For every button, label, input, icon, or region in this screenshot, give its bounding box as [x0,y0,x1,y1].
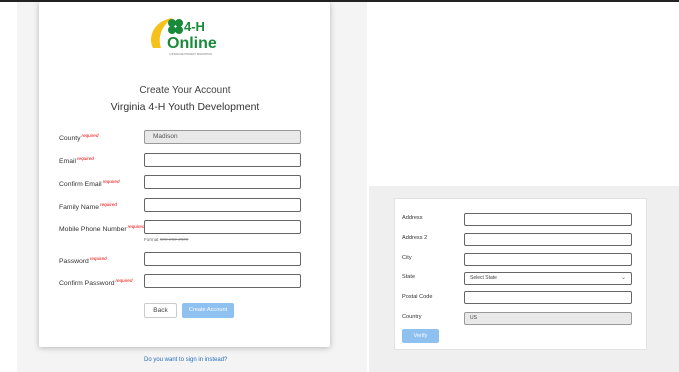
email-field[interactable] [144,153,301,167]
address2-field[interactable] [464,233,632,246]
mobile-phone-field[interactable] [144,220,301,234]
password-label: Passwordrequired [59,256,107,265]
mobile-phone-label: Mobile Phone Numberrequired [59,224,145,233]
country-label: Country [402,314,422,320]
email-label: Emailrequired [59,156,94,165]
create-account-button[interactable]: Create Account [182,303,234,318]
4h-online-logo: 4-H Online A 4HONLINE PROJECT INNOVATION [151,18,217,56]
verify-button[interactable]: Verify [402,329,439,343]
address-label: Address [402,215,423,221]
required-tag: required [77,156,94,161]
logo-text-online: Online [167,35,217,52]
required-tag: required [100,202,117,207]
family-name-field[interactable] [144,198,301,212]
country-field: US [464,312,632,325]
chevron-down-icon: ⌄ [620,275,626,281]
clover-icon [168,19,183,34]
postal-code-field[interactable] [464,291,632,304]
postal-code-label: Postal Code [402,294,433,300]
required-tag: required [89,256,107,261]
confirm-password-label: Confirm Passwordrequired [59,278,133,287]
family-name-label: Family Namerequired [59,202,117,211]
phone-format-hint: Format ###-###-#### [144,237,189,242]
password-field[interactable] [144,252,301,266]
required-tag: required [102,179,120,184]
page-heading: Create Your Account [139,85,231,96]
county-field: Madison [144,130,301,144]
back-button[interactable]: Back [144,303,177,318]
confirm-email-field[interactable] [144,175,301,189]
required-tag: required [81,133,99,138]
city-label: City [402,255,412,261]
required-tag: required [127,224,145,229]
logo-text-4h: 4-H [184,19,205,34]
sign-in-link[interactable]: Do you want to sign in instead? [144,357,227,363]
state-select[interactable]: Select State ⌄ [464,272,632,285]
organization-title: Virginia 4-H Youth Development [110,101,260,113]
confirm-password-field[interactable] [144,274,301,288]
confirm-email-label: Confirm Emailrequired [59,179,120,188]
county-label: Countyrequired [59,133,99,142]
required-tag: required [115,278,133,283]
logo-tagline: A 4HONLINE PROJECT INNOVATION [169,53,212,56]
address2-label: Address 2 [402,235,428,241]
city-field[interactable] [464,253,632,266]
state-label: State [402,274,416,280]
address-field[interactable] [464,213,632,226]
